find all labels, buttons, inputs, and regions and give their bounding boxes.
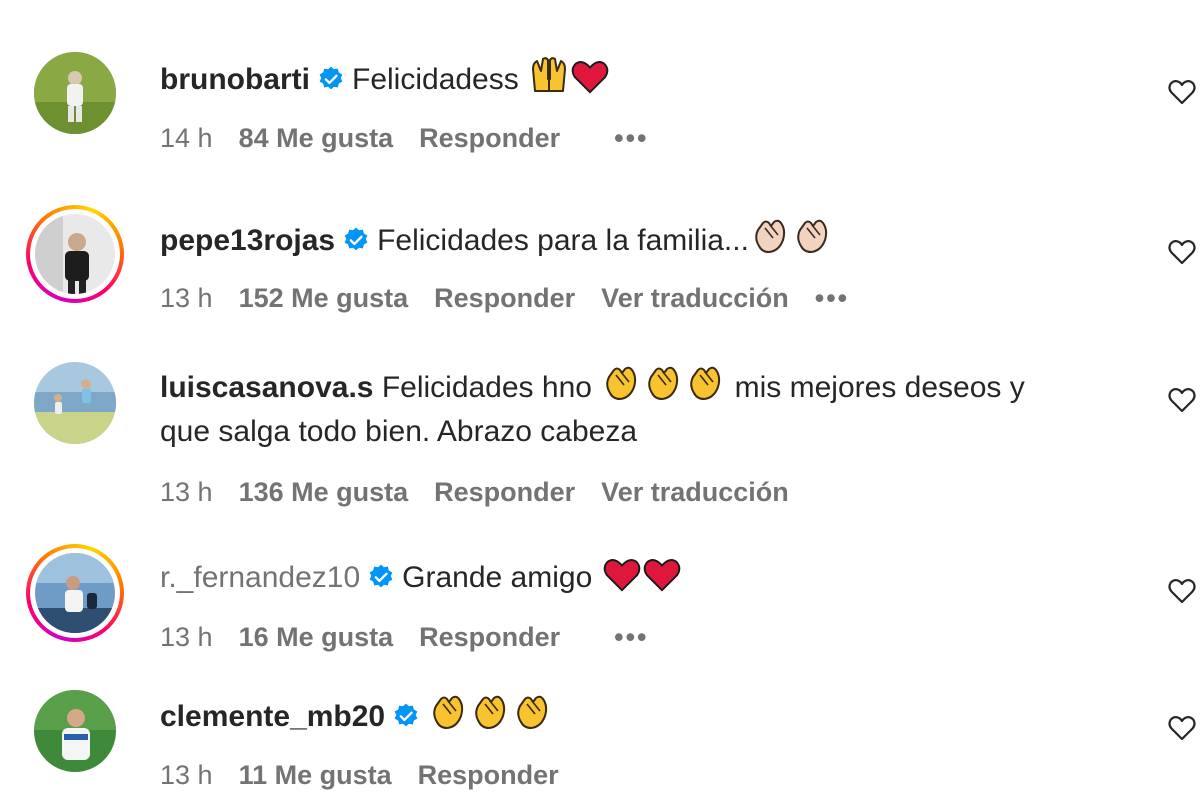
verified-badge-icon (369, 564, 393, 588)
more-options-button[interactable]: ••• (614, 622, 648, 652)
like-heart-icon[interactable] (1168, 715, 1196, 741)
comment-time: 14 h (160, 123, 213, 153)
clapping-hands-icon (606, 366, 637, 400)
username[interactable]: luiscasanova.s (160, 371, 373, 404)
clapping-hands-icon (517, 695, 548, 729)
likes-count[interactable]: 84 Me gusta (239, 123, 394, 153)
more-options-button[interactable]: ••• (815, 283, 849, 313)
like-heart-icon[interactable] (1168, 578, 1196, 604)
red-heart-icon (603, 559, 640, 592)
likes-count[interactable]: 152 Me gusta (239, 283, 409, 313)
clapping-hands-icon (433, 695, 464, 729)
clapping-hands-icon (797, 219, 828, 253)
reply-button[interactable]: Responder (434, 477, 575, 507)
verified-badge-icon (344, 227, 368, 251)
clapping-hands-icon (648, 366, 679, 400)
avatar[interactable] (26, 544, 124, 642)
comment-text: Felicidadess (352, 63, 519, 96)
like-heart-icon[interactable] (1168, 239, 1196, 265)
comment-time: 13 h (160, 760, 213, 790)
reply-button[interactable]: Responder (434, 283, 575, 313)
likes-count[interactable]: 136 Me gusta (239, 477, 409, 507)
clapping-hands-icon (475, 695, 506, 729)
comment-text-line2: que salga todo bien. Abrazo cabeza (160, 415, 638, 448)
clapping-hands-icon (755, 219, 786, 253)
username[interactable]: clemente_mb20 (160, 700, 385, 733)
avatar[interactable] (34, 52, 116, 134)
comment-time: 13 h (160, 477, 213, 507)
comment-time: 13 h (160, 622, 213, 652)
username[interactable]: brunobarti (160, 63, 310, 96)
like-heart-icon[interactable] (1168, 79, 1196, 105)
verified-badge-icon (319, 66, 343, 90)
reply-button[interactable]: Responder (419, 622, 560, 652)
avatar[interactable] (34, 690, 116, 772)
reply-button[interactable]: Responder (419, 123, 560, 153)
comment-time: 13 h (160, 283, 213, 313)
comment-text: Felicidades hno (381, 371, 592, 404)
red-heart-icon (643, 559, 680, 592)
verified-badge-icon (394, 703, 418, 727)
comment-text-continued: mis mejores deseos y (734, 371, 1025, 404)
reply-button[interactable]: Responder (418, 760, 559, 790)
avatar[interactable] (34, 362, 116, 444)
likes-count[interactable]: 16 Me gusta (239, 622, 394, 652)
username[interactable]: r._fernandez10 (160, 561, 360, 594)
comment-text: Grande amigo (402, 561, 593, 594)
see-translation-button[interactable]: Ver traducción (601, 283, 789, 313)
avatar[interactable] (26, 205, 124, 303)
like-heart-icon[interactable] (1168, 387, 1196, 413)
clapping-hands-icon (690, 366, 721, 400)
likes-count[interactable]: 11 Me gusta (239, 760, 392, 790)
username[interactable]: pepe13rojas (160, 224, 335, 257)
red-heart-icon (571, 61, 609, 94)
comment-text: Felicidades para la familia... (377, 224, 749, 257)
see-translation-button[interactable]: Ver traducción (601, 477, 789, 507)
more-options-button[interactable]: ••• (614, 123, 648, 153)
raising-hands-icon (532, 57, 567, 92)
